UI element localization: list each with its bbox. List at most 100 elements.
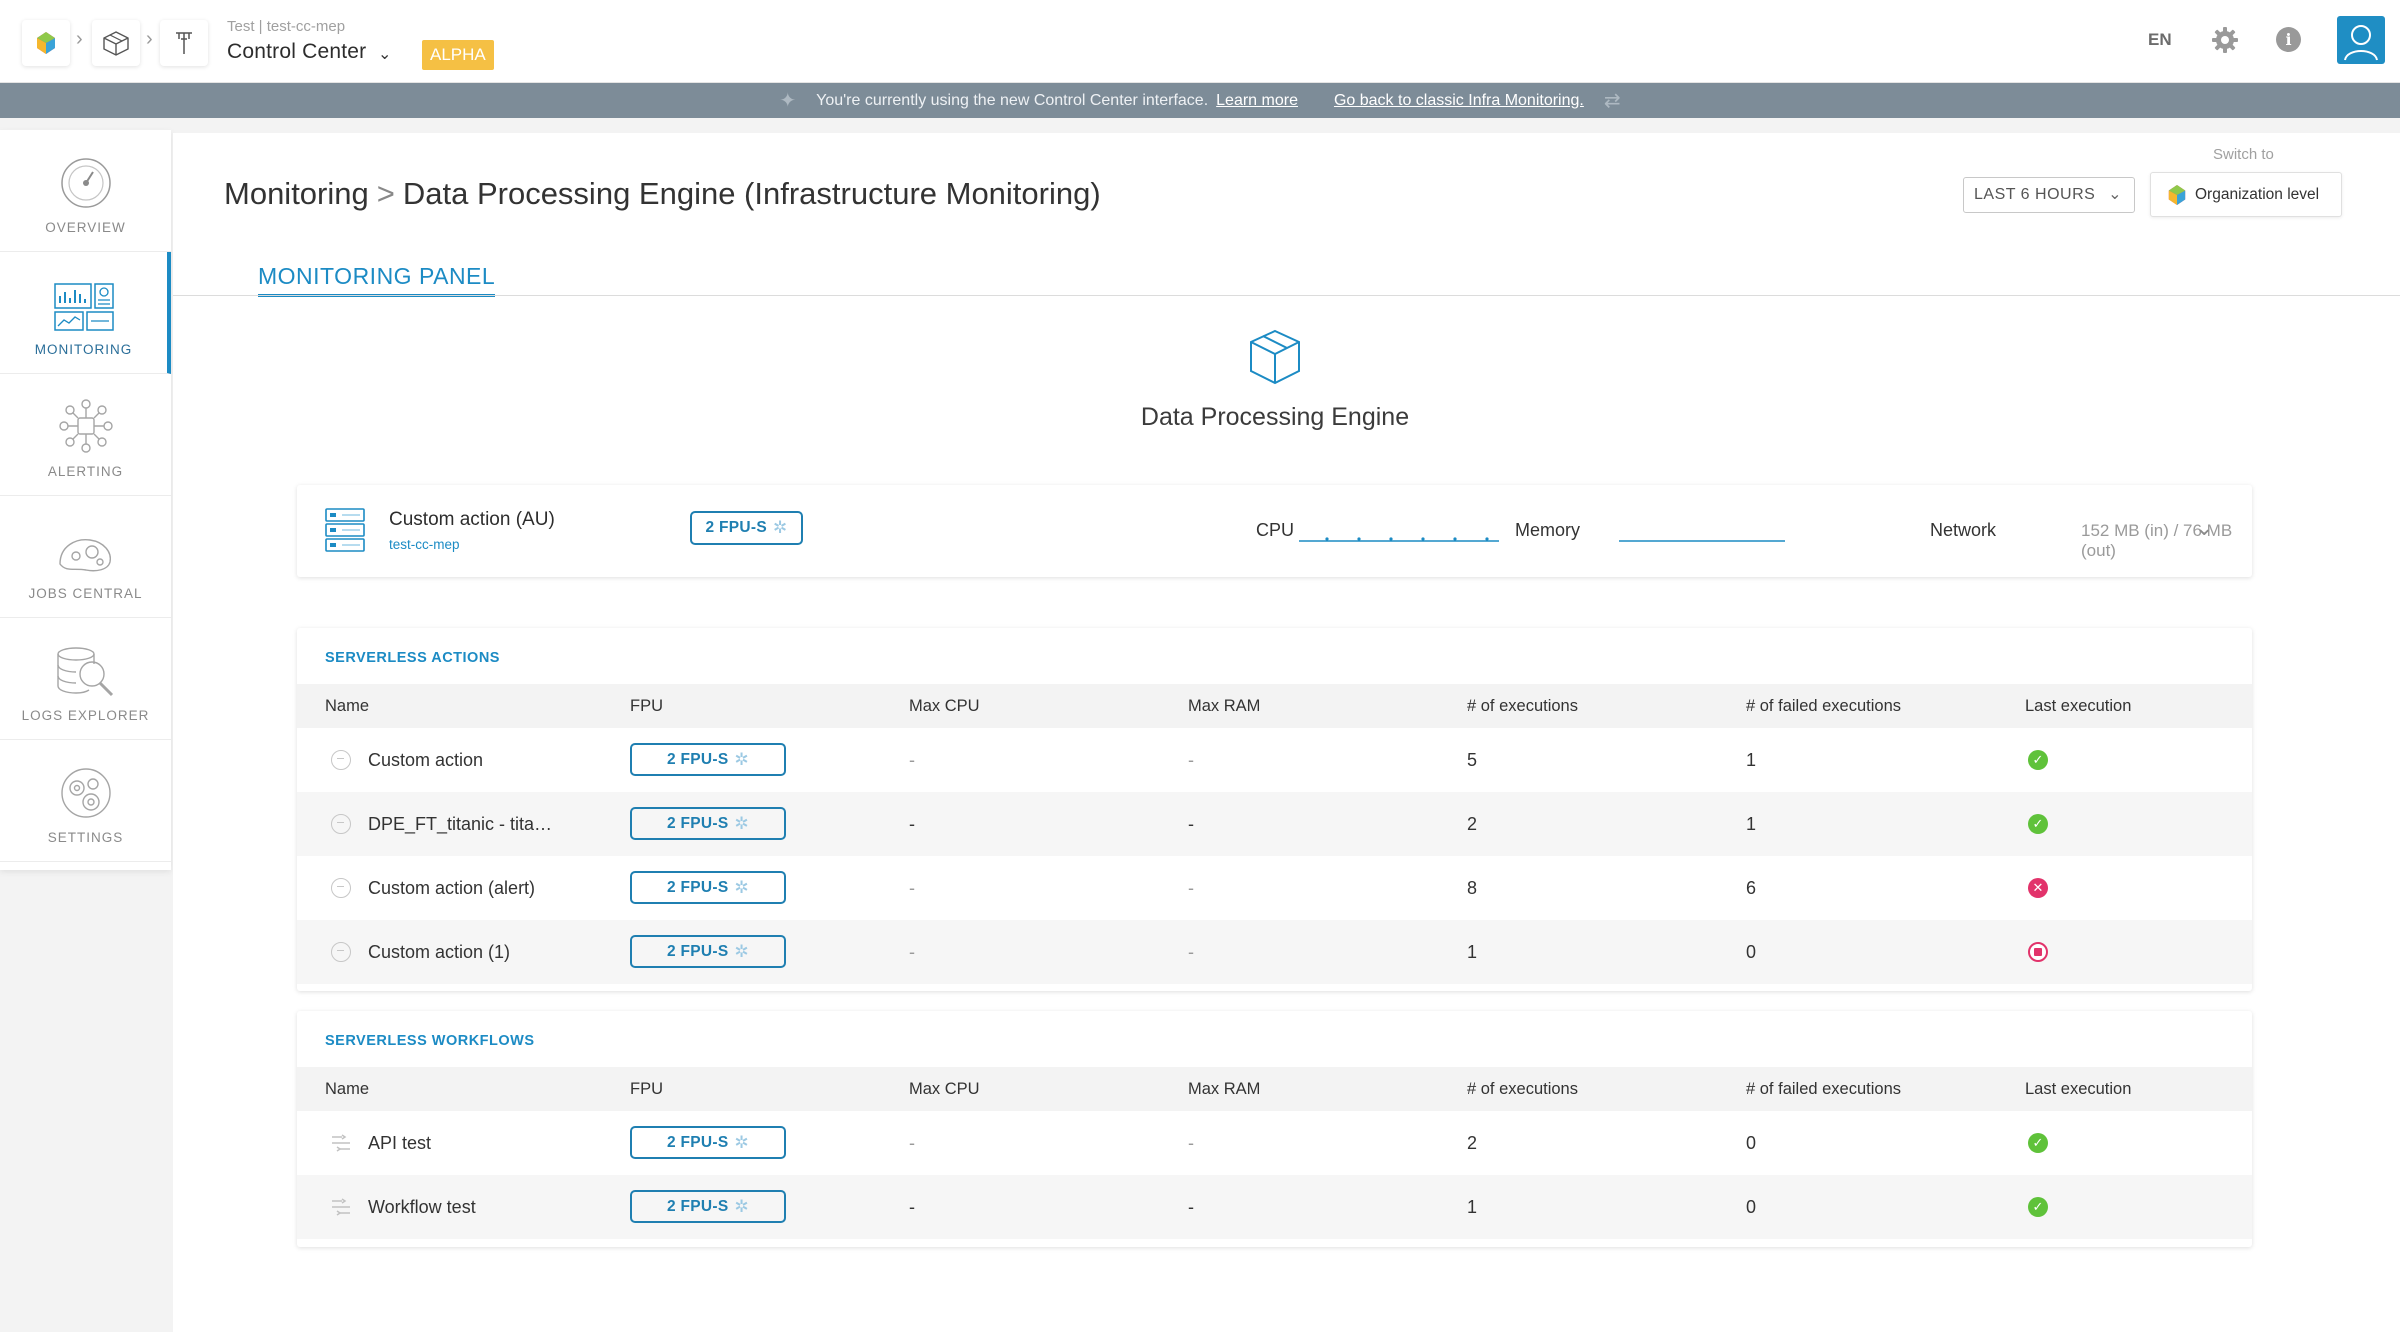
memory-sparkline [1619,540,1785,542]
sidebar-item-overview[interactable]: OVERVIEW [0,130,171,252]
fpu-value: 2 FPU-S [666,1197,729,1215]
cog-icon: ✲ [734,1132,750,1152]
table-header: Name FPU Max CPU Max RAM # of executions… [297,684,2252,728]
sidebar-item-monitoring[interactable]: MONITORING [0,252,171,374]
cpu-sparkline [1299,537,1499,542]
action-icon [331,814,351,834]
app-logo-icon [37,32,55,54]
sidebar-item-label: SETTINGS [47,830,124,845]
sidebar-item-logs-explorer[interactable]: LOGS EXPLORER [0,618,171,740]
memory-label: Memory [1515,520,1581,540]
organization-level-button[interactable]: Organization level [2150,172,2342,217]
resource-project[interactable]: test-cc-mep [389,537,460,552]
breadcrumb-current: Data Processing Engine (Infrastructure M… [402,176,1101,211]
fpu-badge: 2 FPU-S ✲ [630,807,786,840]
network-value: 152 MB (in) / 76 MB (out) [2081,521,2233,560]
breadcrumb-separator-icon: › [76,28,83,50]
sidebar-item-label: JOBS CENTRAL [28,586,143,601]
chevron-down-icon[interactable]: ⌄ [378,44,391,64]
organization-level-label: Organization level [2195,185,2320,203]
table-row[interactable]: Custom action (alert) 2 FPU-S ✲ - - 8 6 ✕ [297,856,2252,920]
alpha-badge: ALPHA [422,40,494,70]
chevron-down-icon[interactable]: ⌄ [2195,515,2213,541]
sidebar: OVERVIEW MONITORING ALERTING JOBS CENTRA… [0,130,171,870]
table-row[interactable]: Custom action (1) 2 FPU-S ✲ - - 1 0 [297,920,2252,984]
monitoring-dashboard-icon [53,283,114,331]
sidebar-item-label: MONITORING [34,342,133,357]
row-failed: 1 [1746,814,1757,834]
success-icon: ✓ [2028,1133,2048,1153]
learn-more-link[interactable]: Learn more [1216,92,1298,110]
column-header: Max CPU [909,697,980,715]
table-row[interactable]: DPE_FT_titanic - tita… 2 FPU-S ✲ - - 2 1 … [297,792,2252,856]
table-row[interactable]: API test 2 FPU-S ✲ - - 2 0 ✓ [297,1111,2252,1175]
sidebar-item-label: OVERVIEW [45,220,126,235]
app-logo-icon [2168,184,2186,205]
switch-to-label: Switch to [2213,146,2274,163]
column-header: Max RAM [1188,1080,1261,1098]
sidebar-item-alerting[interactable]: ALERTING [0,374,171,496]
engine-title: Data Processing Engine [1140,403,1410,431]
user-avatar[interactable] [2337,16,2385,64]
success-icon: ✓ [2028,814,2048,834]
resource-card: Custom action (AU) test-cc-mep 2 FPU-S ✲ … [297,485,2252,577]
sidebar-item-settings[interactable]: SETTINGS [0,740,171,862]
table-row[interactable]: Custom action 2 FPU-S ✲ - - 5 1 ✓ [297,728,2252,792]
row-failed: 0 [1746,942,1757,962]
time-range-select[interactable]: LAST 6 HOURS ⌄ [1963,177,2135,213]
row-max-cpu: - [909,750,915,770]
section-title: SERVERLESS ACTIONS [325,650,500,666]
fpu-value: 2 FPU-S [666,750,729,768]
section-title: SERVERLESS WORKFLOWS [325,1033,535,1049]
cog-icon: ✲ [734,877,750,897]
page-title: Monitoring > Data Processing Engine (Infra… [224,176,1101,212]
column-header: Max CPU [909,1080,980,1098]
info-icon[interactable]: i [2276,27,2301,52]
row-failed: 6 [1746,878,1757,898]
fpu-badge: 2 FPU-S ✲ [690,511,803,545]
box-icon [103,31,129,56]
row-executions: 5 [1467,750,1478,770]
project-path: Test | test-cc-mep [227,18,346,35]
sidebar-item-jobs-central[interactable]: JOBS CENTRAL [0,496,171,618]
network-label: Network [1930,520,1997,540]
row-executions: 1 [1467,1197,1478,1217]
fpu-value: 2 FPU-S [666,878,729,896]
failure-icon: ✕ [2028,878,2048,898]
sparkle-icon: ✦ [779,90,797,112]
row-max-cpu: - [909,814,915,834]
action-icon [331,942,351,962]
fpu-badge: 2 FPU-S ✲ [630,1190,786,1223]
row-name: Custom action (1) [368,942,511,962]
cog-icon: ✲ [734,749,750,769]
cog-icon: ✲ [734,941,750,961]
fpu-value: 2 FPU-S [666,1133,729,1151]
control-center-button[interactable] [160,20,208,66]
row-max-cpu: - [909,1133,915,1153]
row-max-ram: - [1188,1133,1194,1153]
column-header: # of executions [1467,697,1578,715]
language-selector[interactable]: EN [2148,30,2172,50]
table-header: Name FPU Max CPU Max RAM # of executions… [297,1067,2252,1111]
project-button[interactable] [92,20,140,66]
action-icon [331,750,351,770]
column-header: # of failed executions [1746,1080,1902,1098]
stopped-icon [2028,942,2048,962]
row-max-ram: - [1188,878,1194,898]
row-max-cpu: - [909,942,915,962]
arrows-icon: ⇄ [1603,90,1621,112]
row-max-cpu: - [909,878,915,898]
app-logo-button[interactable] [22,20,70,66]
chevron-right-icon: > [376,176,395,211]
table-row[interactable]: Workflow test 2 FPU-S ✲ - - 1 0 ✓ [297,1175,2252,1239]
banner-message: You're currently using the new Control C… [816,91,1209,109]
fpu-badge: 2 FPU-S ✲ [630,871,786,904]
alert-network-icon [58,399,113,453]
tab-monitoring-panel[interactable]: MONITORING PANEL [258,263,496,297]
row-max-ram: - [1188,814,1194,834]
gear-icon[interactable] [2210,25,2240,55]
go-back-classic-link[interactable]: Go back to classic Infra Monitoring. [1334,92,1584,110]
breadcrumb-root[interactable]: Monitoring [224,176,369,211]
fpu-badge: 2 FPU-S ✲ [630,743,786,776]
product-switcher[interactable]: Control Center [227,40,366,64]
